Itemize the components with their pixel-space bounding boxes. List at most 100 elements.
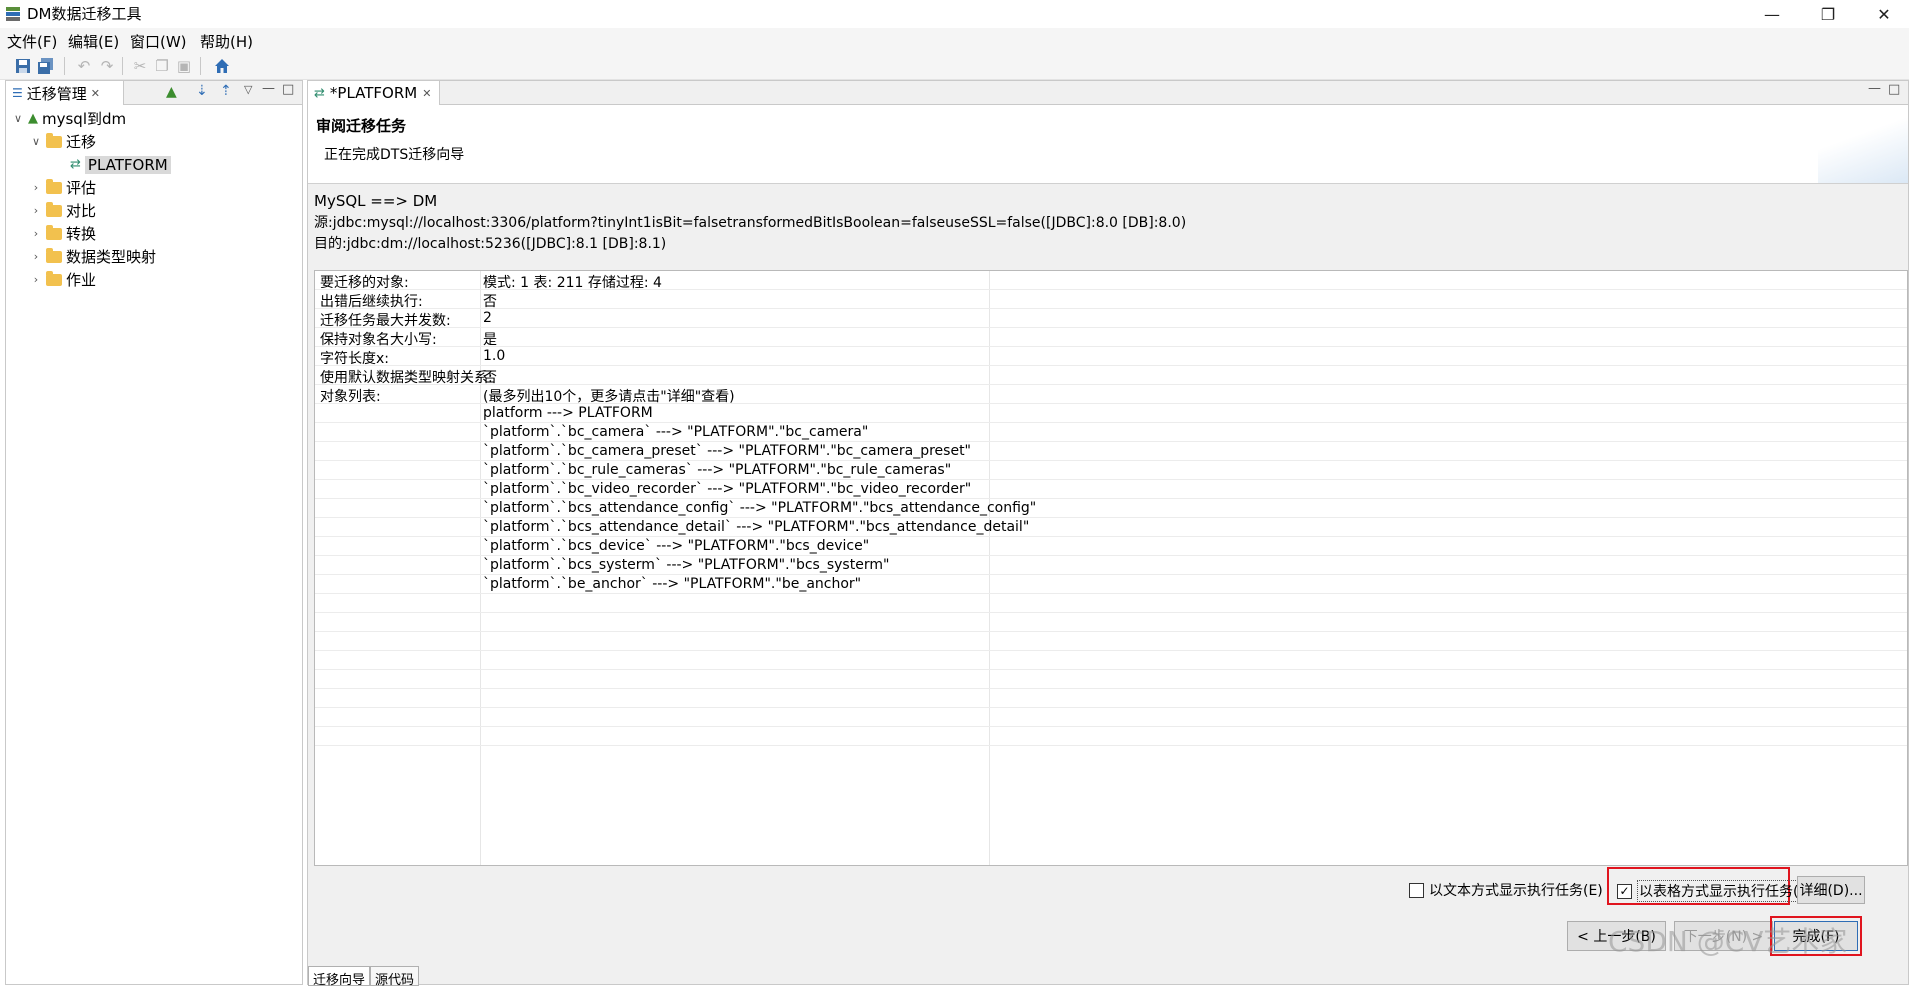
- row-value: `platform`.`bcs_device` ---> "PLATFORM".…: [483, 538, 870, 554]
- row-value: 是: [483, 332, 497, 348]
- cut-icon[interactable]: ✂: [131, 57, 149, 75]
- source-connection: 源:jdbc:mysql://localhost:3306/platform?t…: [314, 215, 1187, 231]
- table-row: `platform`.`bc_video_recorder` ---> "PLA…: [315, 480, 1907, 499]
- maximize-editor-icon[interactable]: □: [1888, 82, 1900, 97]
- project-tree: ∨ ▲ mysql到dm ∨ 迁移 ⇄ PLATFORM › 评估 › 对比 ›…: [12, 107, 302, 291]
- csdn-watermark: CSDN @CV艺术家: [1608, 925, 1848, 958]
- copy-icon[interactable]: ❐: [153, 57, 171, 75]
- table-row: 字符长度x: 1.0: [315, 347, 1907, 367]
- table-row: `platform`.`bc_camera` ---> "PLATFORM"."…: [315, 423, 1907, 442]
- row-key: 保持对象名大小写:: [320, 332, 437, 348]
- close-tab-icon[interactable]: ✕: [422, 87, 431, 100]
- minimize-view-icon[interactable]: —: [262, 81, 275, 96]
- minimize-editor-icon[interactable]: —: [1868, 81, 1881, 96]
- chevron-right-icon[interactable]: ›: [30, 204, 42, 217]
- chevron-right-icon[interactable]: ›: [30, 250, 42, 263]
- row-key: 使用默认数据类型映射关系:: [320, 370, 493, 386]
- tree-item-convert-label: 转换: [66, 225, 97, 243]
- row-value: platform ---> PLATFORM: [483, 405, 653, 421]
- menu-edit[interactable]: 编辑(E): [68, 31, 119, 52]
- chevron-right-icon[interactable]: ›: [30, 227, 42, 240]
- tab-migration-wizard[interactable]: 迁移向导: [308, 966, 371, 988]
- new-project-icon[interactable]: ▲: [166, 84, 177, 100]
- text-mode-checkbox[interactable]: [1409, 882, 1424, 898]
- import-icon[interactable]: ⇣: [196, 83, 208, 99]
- table-row: `platform`.`be_anchor` ---> "PLATFORM"."…: [315, 575, 1907, 594]
- chevron-down-icon[interactable]: ∨: [30, 135, 42, 148]
- tree-item-type-mapping[interactable]: › 数据类型映射: [12, 245, 302, 268]
- save-icon[interactable]: [14, 57, 32, 75]
- table-row: [315, 594, 1907, 613]
- tab-source-code[interactable]: 源代码: [370, 966, 420, 988]
- row-value: `platform`.`bc_camera_preset` ---> "PLAT…: [483, 443, 971, 459]
- folder-open-icon: [46, 132, 62, 148]
- table-mode-checkbox[interactable]: ✓: [1617, 883, 1632, 899]
- tab-platform[interactable]: ⇄ *PLATFORM ✕: [308, 81, 440, 105]
- chevron-down-icon[interactable]: ∨: [12, 112, 24, 125]
- wizard-description: 正在完成DTS迁移向导: [324, 147, 465, 163]
- tree-item-root[interactable]: ∨ ▲ mysql到dm: [12, 107, 302, 130]
- table-mode-option[interactable]: ✓ 以表格方式显示执行任务(Z): [1617, 880, 1816, 902]
- row-value: 2: [483, 310, 492, 326]
- table-row: 出错后继续执行: 否: [315, 290, 1907, 310]
- wizard-body: MySQL ==> DM 源:jdbc:mysql://localhost:33…: [308, 184, 1908, 988]
- detail-button[interactable]: 详细(D)...: [1797, 876, 1865, 904]
- chevron-right-icon[interactable]: ›: [30, 273, 42, 286]
- close-button[interactable]: ✕: [1861, 0, 1907, 28]
- row-key: 迁移任务最大并发数:: [320, 313, 451, 329]
- toolbar-separator: [122, 57, 123, 75]
- close-tab-icon[interactable]: ✕: [91, 87, 100, 100]
- table-mode-label: 以表格方式显示执行任务(Z): [1637, 880, 1816, 902]
- tab-migration-manager[interactable]: ☰ 迁移管理 ✕: [6, 81, 124, 105]
- minimize-button[interactable]: —: [1749, 0, 1795, 28]
- redo-icon[interactable]: ↷: [98, 57, 116, 75]
- restore-button[interactable]: ❐: [1805, 0, 1851, 28]
- table-row: `platform`.`bc_camera_preset` ---> "PLAT…: [315, 442, 1907, 461]
- export-icon[interactable]: ⇡: [220, 83, 232, 99]
- row-value: `platform`.`bc_rule_cameras` ---> "PLATF…: [483, 462, 952, 478]
- folder-icon: [46, 247, 62, 263]
- row-value: `platform`.`bc_video_recorder` ---> "PLA…: [483, 481, 972, 497]
- tree-item-convert[interactable]: › 转换: [12, 222, 302, 245]
- table-row: `platform`.`bcs_device` ---> "PLATFORM".…: [315, 537, 1907, 556]
- table-row: [315, 670, 1907, 689]
- row-value: `platform`.`bc_camera` ---> "PLATFORM"."…: [483, 424, 869, 440]
- task-summary-table: 要迁移的对象: 模式: 1 表: 211 存储过程: 4 出错后继续执行: 否迁移任务…: [314, 270, 1908, 866]
- app-icon: [6, 7, 20, 21]
- folder-icon: [46, 201, 62, 217]
- table-row: [315, 651, 1907, 670]
- paste-icon[interactable]: ▣: [175, 57, 193, 75]
- tree-item-assessment[interactable]: › 评估: [12, 176, 302, 199]
- row-value: 模式: 1 表: 211 存储过程: 4: [483, 275, 662, 291]
- wizard-title: 审阅迁移任务: [316, 117, 407, 135]
- row-value: 否: [483, 294, 497, 310]
- row-value: 否: [483, 370, 497, 386]
- tree-item-assessment-label: 评估: [66, 179, 97, 197]
- undo-icon[interactable]: ↶: [75, 57, 93, 75]
- chevron-right-icon[interactable]: ›: [30, 181, 42, 194]
- tree-item-migration-label: 迁移: [66, 133, 97, 151]
- tree-item-compare[interactable]: › 对比: [12, 199, 302, 222]
- row-value: `platform`.`be_anchor` ---> "PLATFORM"."…: [483, 576, 862, 592]
- toolbar: ↶ ↷ ✂ ❐ ▣: [0, 52, 1909, 80]
- row-value: `platform`.`bcs_attendance_config` ---> …: [483, 500, 1037, 516]
- table-row: 要迁移的对象: 模式: 1 表: 211 存储过程: 4: [315, 271, 1907, 291]
- row-key: 要迁移的对象:: [320, 275, 409, 291]
- tree-item-platform[interactable]: ⇄ PLATFORM: [12, 153, 302, 176]
- menu-window[interactable]: 窗口(W): [130, 31, 187, 52]
- menu-file[interactable]: 文件(F): [7, 31, 57, 52]
- save-all-icon[interactable]: [37, 57, 55, 75]
- tree-item-compare-label: 对比: [66, 202, 97, 220]
- migration-manager-panel: ☰ 迁移管理 ✕ ▲ ⇣ ⇡ ▽ — □ ∨ ▲ mysql到dm ∨ 迁移 ⇄…: [5, 80, 303, 985]
- home-icon[interactable]: [213, 57, 231, 75]
- tree-item-migration[interactable]: ∨ 迁移: [12, 130, 302, 153]
- maximize-view-icon[interactable]: □: [282, 82, 294, 97]
- tree-item-jobs[interactable]: › 作业: [12, 268, 302, 291]
- table-row: [315, 689, 1907, 708]
- row-value: 1.0: [483, 348, 506, 364]
- tree-view-icon: ☰: [12, 86, 23, 100]
- view-menu-icon[interactable]: ▽: [244, 83, 252, 96]
- text-mode-option[interactable]: 以文本方式显示执行任务(E): [1409, 880, 1603, 900]
- table-row: 对象列表: (最多列出10个，更多请点击"详细"查看): [315, 385, 1907, 405]
- menu-help[interactable]: 帮助(H): [200, 31, 253, 52]
